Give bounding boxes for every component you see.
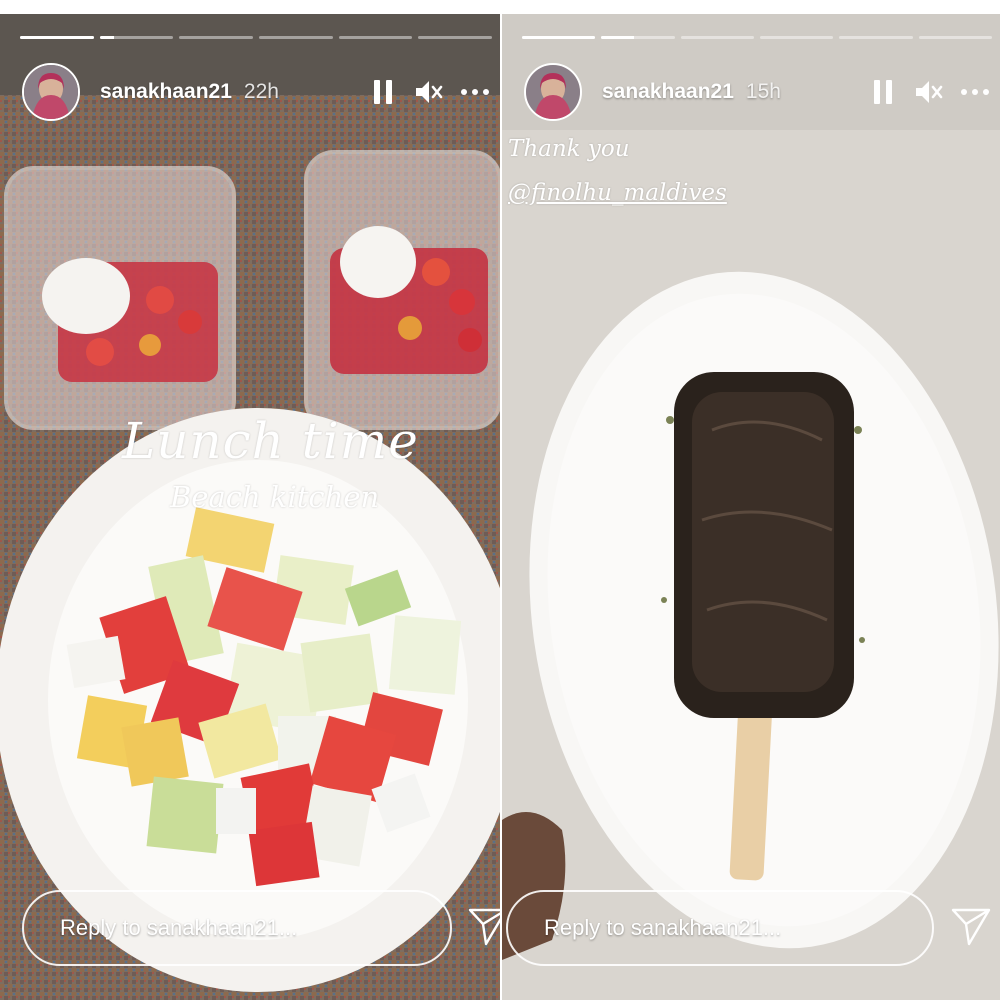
pause-icon[interactable] <box>868 77 898 107</box>
post-time: 15h <box>745 80 781 103</box>
pause-icon[interactable] <box>368 77 398 107</box>
story-panel-lunch[interactable]: sanakhaan21 22h Lunch time Beach kitchen… <box>0 0 500 1000</box>
progress-segment <box>259 36 333 39</box>
progress-fill <box>99 36 115 39</box>
progress-fill <box>20 36 94 39</box>
progress-segment <box>338 36 413 39</box>
mute-icon[interactable] <box>914 77 944 107</box>
username[interactable]: sanakhaan21 <box>100 80 232 104</box>
progress-segment <box>918 36 992 39</box>
progress-segment <box>522 36 596 39</box>
story-progress-bars <box>20 36 493 39</box>
username[interactable]: sanakhaan21 <box>602 80 734 104</box>
avatar[interactable] <box>524 63 582 121</box>
mute-icon[interactable] <box>414 77 444 107</box>
story-progress-bars <box>522 36 992 39</box>
story-header: sanakhaan21 15h <box>524 63 990 121</box>
progress-segment <box>839 36 913 39</box>
avatar[interactable] <box>22 63 80 121</box>
story-controls <box>368 77 490 107</box>
reply-input[interactable]: Reply to sanakhaan21... <box>506 890 934 966</box>
post-time: 22h <box>243 80 279 103</box>
send-icon[interactable] <box>466 904 500 948</box>
progress-segment <box>179 36 254 39</box>
story-controls <box>868 77 990 107</box>
reply-input[interactable]: Reply to sanakhaan21... <box>22 890 452 966</box>
caption-mention-link[interactable]: @finolhu_maldives <box>508 180 727 206</box>
more-icon[interactable] <box>460 77 490 107</box>
progress-segment <box>20 36 94 39</box>
story-panel-dessert[interactable]: sanakhaan21 15h Thank you @finolhu_maldi… <box>502 0 1000 1000</box>
progress-segment <box>99 36 174 39</box>
progress-fill <box>522 36 596 39</box>
progress-segment <box>418 36 493 39</box>
progress-segment <box>601 36 675 39</box>
more-icon[interactable] <box>960 77 990 107</box>
progress-segment <box>680 36 754 39</box>
send-icon[interactable] <box>949 904 993 948</box>
progress-segment <box>759 36 834 39</box>
caption-subtitle: Beach kitchen <box>170 480 380 514</box>
caption-thank-you: Thank you <box>508 136 630 162</box>
story-header: sanakhaan21 22h <box>22 63 490 121</box>
caption-title: Lunch time <box>122 412 419 470</box>
progress-fill <box>601 36 635 39</box>
